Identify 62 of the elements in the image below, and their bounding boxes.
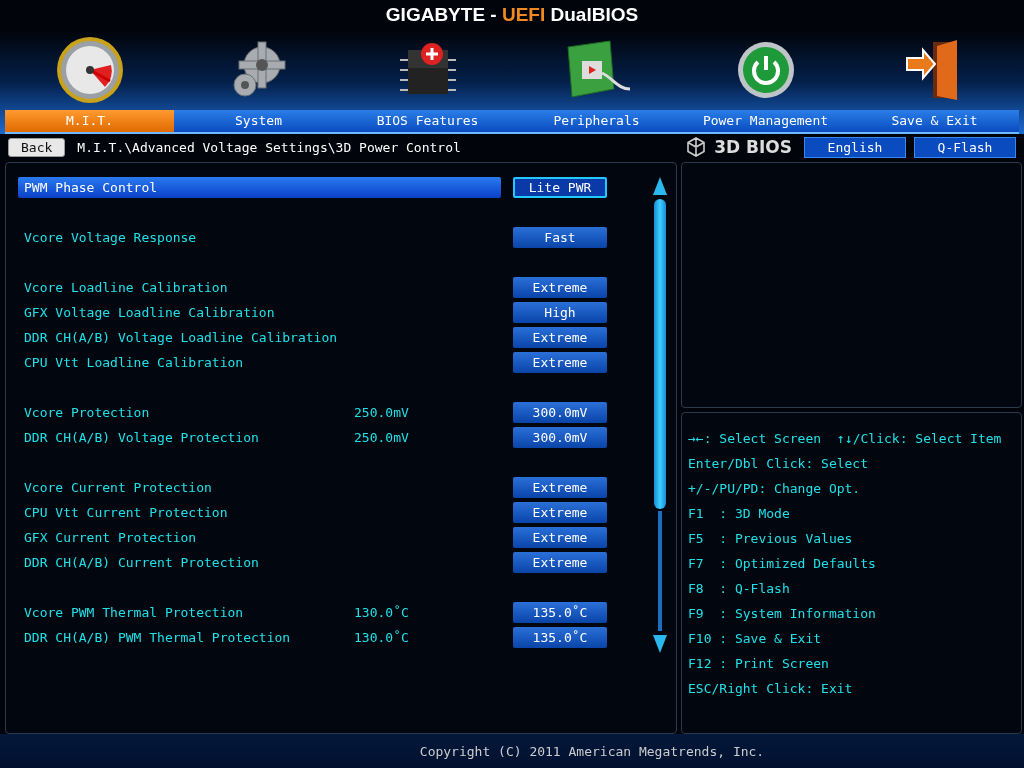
setting-value-button[interactable]: Extreme bbox=[513, 552, 607, 573]
key-help-text: F5 : Previous Values bbox=[688, 531, 853, 548]
setting-label[interactable]: DDR CH(A/B) Voltage Loadline Calibration bbox=[18, 327, 354, 348]
language-button[interactable]: English bbox=[804, 136, 906, 158]
setting-value-button[interactable]: Extreme bbox=[513, 277, 607, 298]
setting-value-button[interactable]: Extreme bbox=[513, 477, 607, 498]
setting-label[interactable]: DDR CH(A/B) Voltage Protection bbox=[18, 427, 354, 448]
setting-label[interactable]: GFX Voltage Loadline Calibration bbox=[18, 302, 354, 323]
setting-value-button[interactable]: High bbox=[513, 302, 607, 323]
setting-value-button[interactable]: Extreme bbox=[513, 352, 607, 373]
key-help-text: F10 : Save & Exit bbox=[688, 631, 822, 648]
key-help-text: →←: Select Screen bbox=[688, 431, 822, 448]
power-icon[interactable] bbox=[735, 40, 796, 100]
setting-value-button[interactable]: 135.0˚C bbox=[513, 627, 607, 648]
setting-value-button[interactable]: Lite PWR bbox=[513, 177, 607, 198]
back-button[interactable]: Back bbox=[8, 137, 66, 157]
scroll-down-icon[interactable] bbox=[652, 633, 668, 655]
menu-tab[interactable]: BIOS Features bbox=[343, 110, 512, 132]
key-help-text: F9 : System Information bbox=[688, 606, 876, 623]
current-value: 130.0˚C bbox=[354, 605, 410, 620]
setting-value-button[interactable]: Extreme bbox=[513, 527, 607, 548]
key-help-text: Enter/Dbl Click: Select bbox=[688, 456, 868, 473]
setting-label[interactable]: DDR CH(A/B) Current Protection bbox=[18, 552, 354, 573]
menu-tab[interactable]: Power Management bbox=[681, 110, 850, 132]
setting-label[interactable]: PWM Phase Control bbox=[18, 177, 501, 198]
setting-value-button[interactable]: Fast bbox=[513, 227, 607, 248]
3d-bios-logo: 3D BIOS bbox=[714, 137, 792, 157]
setting-label[interactable]: Vcore Current Protection bbox=[18, 477, 354, 498]
key-help-text: +/-/PU/PD: Change Opt. bbox=[688, 481, 861, 498]
key-help-text: F1 : 3D Mode bbox=[688, 506, 790, 523]
setting-label[interactable]: CPU Vtt Current Protection bbox=[18, 502, 354, 523]
scroll-up-icon[interactable] bbox=[652, 175, 668, 197]
menu-tab[interactable]: Peripherals bbox=[512, 110, 681, 132]
q-flash-button[interactable]: Q-Flash bbox=[914, 136, 1016, 158]
cube-icon bbox=[686, 137, 707, 157]
setting-value-button[interactable]: 135.0˚C bbox=[513, 602, 607, 623]
menu-tab[interactable]: Save & Exit bbox=[850, 110, 1019, 132]
setting-value-button[interactable]: 300.0mV bbox=[513, 427, 607, 448]
setting-label[interactable]: Vcore PWM Thermal Protection bbox=[18, 602, 354, 623]
key-help-text: F7 : Optimized Defaults bbox=[688, 556, 876, 573]
key-help-text: F8 : Q-Flash bbox=[688, 581, 790, 598]
current-value: 130.0˚C bbox=[354, 630, 410, 645]
key-help-text: ESC/Right Click: Exit bbox=[688, 681, 853, 698]
copyright-text: Copyright (C) 2011 American Megatrends, Inc. bbox=[419, 743, 765, 759]
current-value: 250.0mV bbox=[354, 405, 410, 420]
key-help-text: F12 : Print Screen bbox=[688, 656, 829, 673]
setting-label[interactable]: Vcore Protection bbox=[18, 402, 354, 423]
breadcrumb-path: M.I.T.\Advanced Voltage Settings\3D Power Control bbox=[77, 139, 461, 155]
setting-label[interactable]: CPU Vtt Loadline Calibration bbox=[18, 352, 354, 373]
speedometer-icon[interactable] bbox=[54, 35, 125, 105]
bios-title: GIGABYTE - UEFI DualBIOS bbox=[385, 3, 639, 27]
setting-value-button[interactable]: Extreme bbox=[513, 502, 607, 523]
setting-label[interactable]: Vcore Loadline Calibration bbox=[18, 277, 354, 298]
setting-label[interactable]: GFX Current Protection bbox=[18, 527, 354, 548]
setting-value-button[interactable]: 300.0mV bbox=[513, 402, 607, 423]
setting-label[interactable]: DDR CH(A/B) PWM Thermal Protection bbox=[18, 627, 354, 648]
setting-value-button[interactable]: Extreme bbox=[513, 327, 607, 348]
setting-label[interactable]: Vcore Voltage Response bbox=[18, 227, 354, 248]
key-help-text: ↑↓/Click: Select Item bbox=[837, 431, 1002, 448]
scrollbar-thumb[interactable] bbox=[654, 199, 666, 509]
menu-tab[interactable]: System bbox=[174, 110, 343, 132]
current-value: 250.0mV bbox=[354, 430, 410, 445]
